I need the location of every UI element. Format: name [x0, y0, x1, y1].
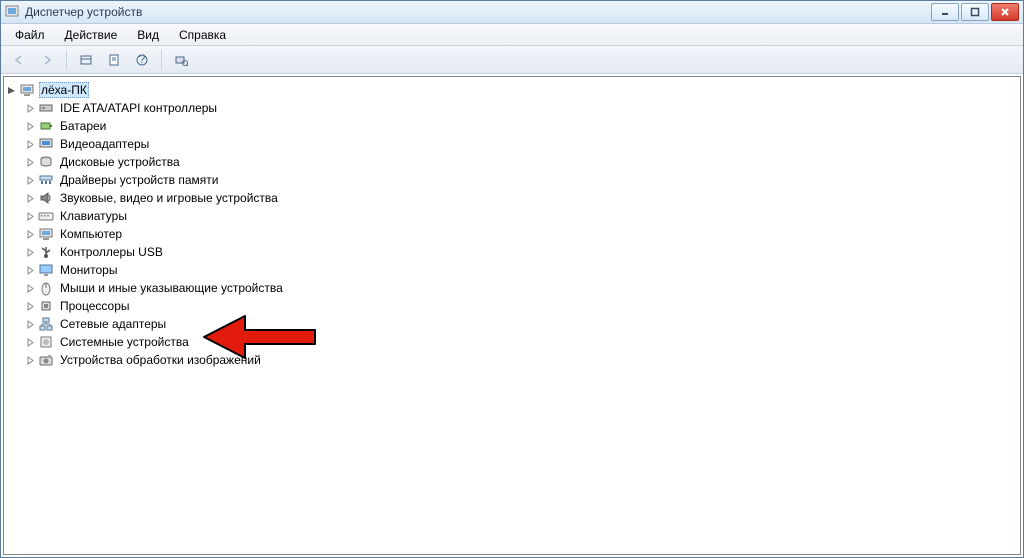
monitor-icon: [38, 262, 54, 278]
forward-button[interactable]: [35, 49, 59, 71]
expander-icon[interactable]: [6, 85, 17, 96]
keyboard-icon: [38, 208, 54, 224]
expander-icon[interactable]: [25, 319, 36, 330]
tree-root[interactable]: лёха-ПК: [4, 81, 1020, 99]
network-icon: [38, 316, 54, 332]
display-icon: [38, 136, 54, 152]
back-button[interactable]: [7, 49, 31, 71]
expander-icon[interactable]: [25, 283, 36, 294]
app-icon: [5, 5, 19, 19]
expander-icon[interactable]: [25, 139, 36, 150]
properties-button[interactable]: [102, 49, 126, 71]
tree-node[interactable]: Контроллеры USB: [23, 243, 1020, 261]
menu-action[interactable]: Действие: [57, 26, 126, 44]
memory-icon: [38, 172, 54, 188]
tree-node[interactable]: IDE ATA/ATAPI контроллеры: [23, 99, 1020, 117]
toolbar: ?: [1, 46, 1023, 74]
tree-node[interactable]: Клавиатуры: [23, 207, 1020, 225]
expander-icon[interactable]: [25, 157, 36, 168]
tree-node-label: IDE ATA/ATAPI контроллеры: [58, 101, 219, 115]
expander-icon[interactable]: [25, 175, 36, 186]
tree-node[interactable]: Дисковые устройства: [23, 153, 1020, 171]
tree-node[interactable]: Устройства обработки изображений: [23, 351, 1020, 369]
tree-node-label: Дисковые устройства: [58, 155, 182, 169]
menu-file[interactable]: Файл: [7, 26, 53, 44]
usb-icon: [38, 244, 54, 260]
menubar: Файл Действие Вид Справка: [1, 24, 1023, 46]
menu-help[interactable]: Справка: [171, 26, 234, 44]
expander-icon[interactable]: [25, 211, 36, 222]
computer-icon: [19, 82, 35, 98]
show-hidden-button[interactable]: [74, 49, 98, 71]
tree-node-label: Мониторы: [58, 263, 119, 277]
tree-node-label: Мыши и иные указывающие устройства: [58, 281, 285, 295]
tree-node-label: Системные устройства: [58, 335, 191, 349]
expander-icon[interactable]: [25, 229, 36, 240]
tree-node[interactable]: Видеоадаптеры: [23, 135, 1020, 153]
tree-node-label: Контроллеры USB: [58, 245, 165, 259]
tree-node-label: Видеоадаптеры: [58, 137, 151, 151]
disk-icon: [38, 154, 54, 170]
svg-text:?: ?: [139, 53, 146, 66]
tree-node[interactable]: Драйверы устройств памяти: [23, 171, 1020, 189]
tree-node[interactable]: Звуковые, видео и игровые устройства: [23, 189, 1020, 207]
tree-node[interactable]: Компьютер: [23, 225, 1020, 243]
device-tree[interactable]: лёха-ПК IDE ATA/ATAPI контроллеры Батареи…: [4, 81, 1020, 369]
cpu-icon: [38, 298, 54, 314]
device-manager-window: Диспетчер устройств Файл Действие Вид Сп…: [0, 0, 1024, 558]
root-label: лёха-ПК: [39, 82, 89, 98]
expander-icon[interactable]: [25, 193, 36, 204]
battery-icon: [38, 118, 54, 134]
expander-icon[interactable]: [25, 247, 36, 258]
titlebar: Диспетчер устройств: [1, 1, 1023, 24]
system-icon: [38, 334, 54, 350]
expander-icon[interactable]: [25, 301, 36, 312]
imaging-icon: [38, 352, 54, 368]
tree-node-label: Устройства обработки изображений: [58, 353, 263, 367]
expander-icon[interactable]: [25, 103, 36, 114]
scan-hardware-button[interactable]: [169, 49, 193, 71]
maximize-button[interactable]: [961, 3, 989, 21]
expander-icon[interactable]: [25, 337, 36, 348]
tree-node-label: Клавиатуры: [58, 209, 129, 223]
tree-node-label: Процессоры: [58, 299, 132, 313]
tree-node-label: Батареи: [58, 119, 108, 133]
tree-node[interactable]: Мониторы: [23, 261, 1020, 279]
titlebar-buttons: [929, 3, 1019, 21]
close-button[interactable]: [991, 3, 1019, 21]
expander-icon[interactable]: [25, 355, 36, 366]
tree-node[interactable]: Мыши и иные указывающие устройства: [23, 279, 1020, 297]
help-button[interactable]: ?: [130, 49, 154, 71]
toolbar-separator: [161, 50, 162, 70]
ide-icon: [38, 100, 54, 116]
tree-node[interactable]: Системные устройства: [23, 333, 1020, 351]
tree-panel[interactable]: лёха-ПК IDE ATA/ATAPI контроллеры Батареи…: [3, 76, 1021, 555]
computer-icon: [38, 226, 54, 242]
tree-node-label: Звуковые, видео и игровые устройства: [58, 191, 280, 205]
tree-node-label: Сетевые адаптеры: [58, 317, 168, 331]
tree-node-label: Компьютер: [58, 227, 124, 241]
audio-icon: [38, 190, 54, 206]
tree-node[interactable]: Процессоры: [23, 297, 1020, 315]
menu-view[interactable]: Вид: [129, 26, 167, 44]
expander-icon[interactable]: [25, 121, 36, 132]
expander-icon[interactable]: [25, 265, 36, 276]
tree-node-label: Драйверы устройств памяти: [58, 173, 220, 187]
tree-node[interactable]: Батареи: [23, 117, 1020, 135]
minimize-button[interactable]: [931, 3, 959, 21]
toolbar-separator: [66, 50, 67, 70]
mouse-icon: [38, 280, 54, 296]
window-title: Диспетчер устройств: [25, 5, 929, 19]
tree-node[interactable]: Сетевые адаптеры: [23, 315, 1020, 333]
